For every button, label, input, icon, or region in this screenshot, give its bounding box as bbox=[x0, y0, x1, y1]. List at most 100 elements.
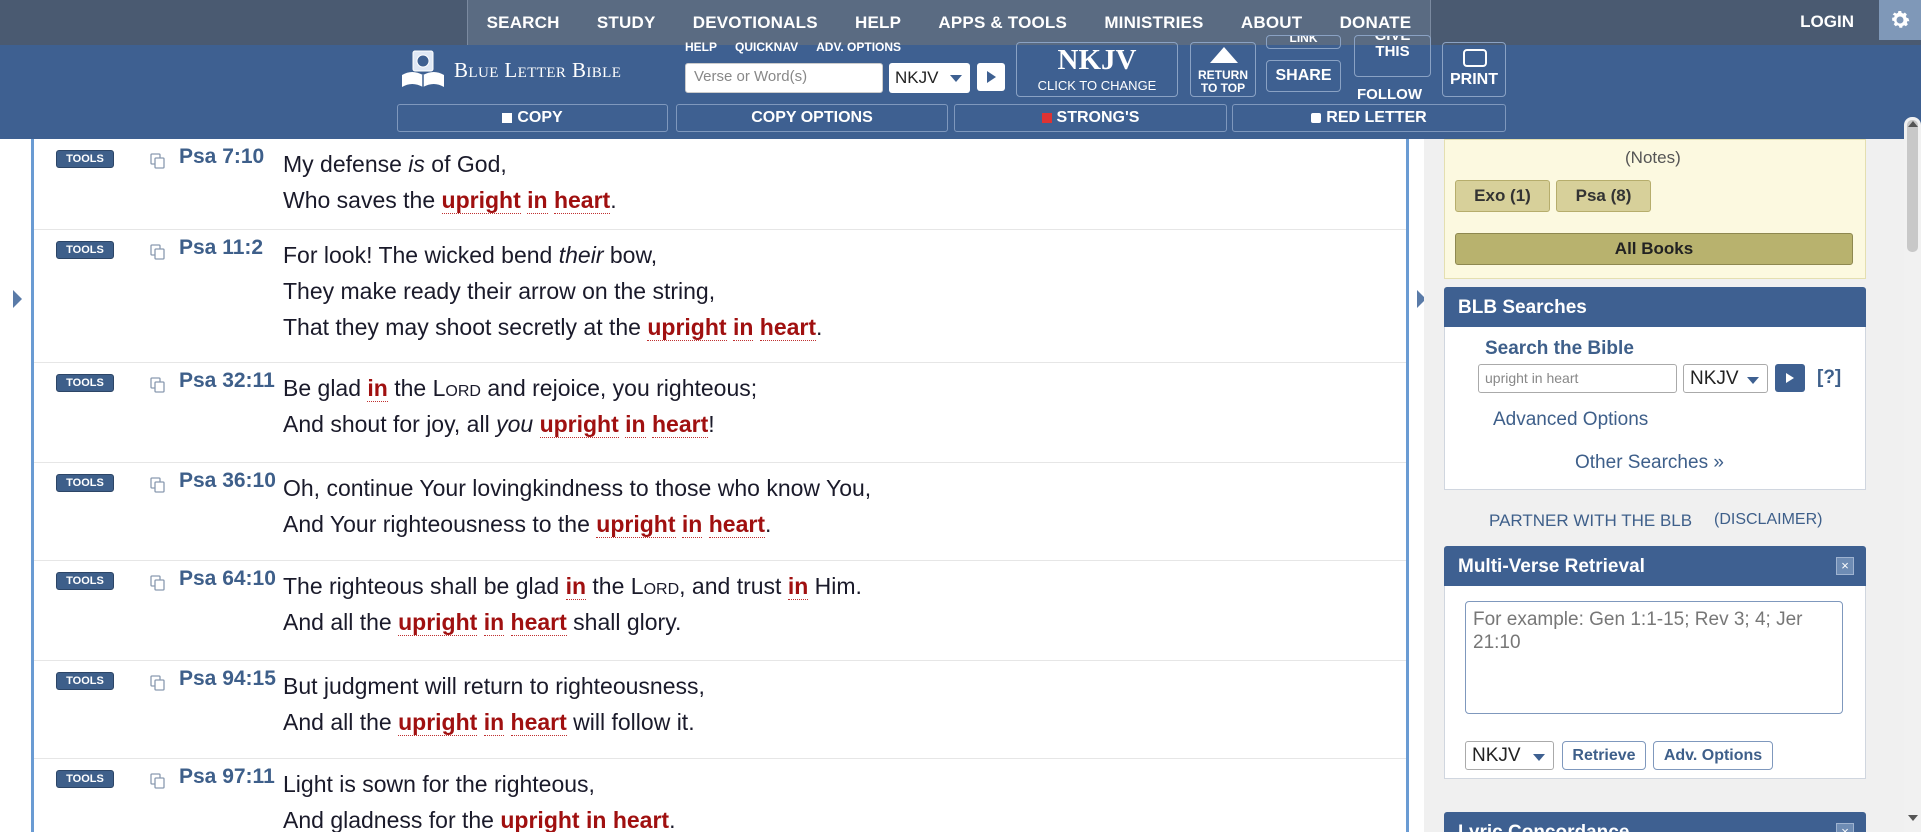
adv-options-button[interactable]: Adv. Options bbox=[1653, 741, 1773, 770]
search-go-button[interactable] bbox=[977, 63, 1005, 91]
advanced-options-link[interactable]: Advanced Options bbox=[1493, 409, 1648, 431]
highlighted-word[interactable]: in bbox=[483, 609, 505, 636]
other-searches-link[interactable]: Other Searches » bbox=[1575, 452, 1724, 474]
verse-reference[interactable]: Psa 97:11 bbox=[179, 765, 275, 789]
verse-text-segment bbox=[580, 807, 586, 832]
follow-button[interactable]: FOLLOW bbox=[1357, 86, 1422, 103]
link-button[interactable]: LINK bbox=[1266, 35, 1341, 49]
verse-text-segment bbox=[477, 709, 483, 735]
close-icon[interactable]: × bbox=[1836, 557, 1854, 575]
scroll-up-icon[interactable] bbox=[1908, 121, 1918, 127]
red-letter-toggle[interactable]: RED LETTER bbox=[1232, 104, 1506, 132]
all-books-button[interactable]: All Books bbox=[1455, 233, 1853, 265]
copy-verse-icon[interactable] bbox=[150, 377, 166, 393]
nav-devotionals[interactable]: DEVOTIONALS bbox=[693, 13, 818, 33]
bible-search-go-button[interactable] bbox=[1775, 364, 1805, 392]
copy-options-button[interactable]: COPY OPTIONS bbox=[676, 104, 948, 132]
tools-button[interactable]: TOOLS bbox=[56, 241, 114, 259]
verse-reference[interactable]: Psa 94:15 bbox=[179, 667, 276, 691]
highlighted-word[interactable]: upright bbox=[441, 187, 521, 214]
verse-text-segment: ! bbox=[708, 411, 715, 437]
highlighted-word[interactable]: in bbox=[787, 573, 809, 600]
version-change-button[interactable]: NKJV CLICK TO CHANGE bbox=[1016, 42, 1178, 97]
highlighted-word[interactable]: upright bbox=[539, 411, 619, 438]
highlighted-word[interactable]: in bbox=[565, 573, 587, 600]
highlighted-word[interactable]: heart bbox=[708, 511, 765, 538]
copy-verse-icon[interactable] bbox=[150, 244, 166, 260]
copy-verse-icon[interactable] bbox=[150, 153, 166, 169]
highlighted-word[interactable]: heart bbox=[759, 314, 817, 341]
highlighted-word[interactable]: heart bbox=[612, 807, 670, 832]
strongs-toggle[interactable]: STRONG'S bbox=[954, 104, 1227, 132]
highlighted-word[interactable]: upright bbox=[647, 314, 727, 341]
tools-button[interactable]: TOOLS bbox=[56, 150, 114, 168]
highlighted-word[interactable]: in bbox=[585, 807, 607, 832]
nav-apps-tools[interactable]: APPS & TOOLS bbox=[938, 13, 1067, 33]
nav-donate[interactable]: DONATE bbox=[1340, 13, 1412, 33]
expand-left-icon[interactable] bbox=[13, 290, 22, 308]
share-button[interactable]: SHARE bbox=[1266, 60, 1341, 92]
give-this-button[interactable]: GIVE THIS bbox=[1354, 35, 1431, 77]
multi-version-select[interactable]: NKJV bbox=[1465, 741, 1554, 770]
book-filter-exo[interactable]: Exo (1) bbox=[1455, 180, 1550, 212]
return-to-top-button[interactable]: RETURN TO TOP bbox=[1190, 42, 1256, 97]
copy-verse-icon[interactable] bbox=[150, 477, 166, 493]
header-help-link[interactable]: HELP bbox=[685, 40, 717, 54]
close-icon[interactable]: × bbox=[1836, 823, 1854, 832]
verse-text-segment bbox=[548, 187, 554, 213]
highlighted-word[interactable]: upright bbox=[596, 511, 676, 538]
highlighted-word[interactable]: heart bbox=[652, 411, 709, 438]
highlighted-word[interactable]: in bbox=[681, 511, 703, 538]
verse-reference[interactable]: Psa 7:10 bbox=[179, 145, 264, 169]
search-version-select[interactable]: NKJV bbox=[1683, 364, 1768, 393]
nav-help[interactable]: HELP bbox=[855, 13, 901, 33]
gear-icon[interactable] bbox=[1879, 0, 1921, 40]
highlighted-word[interactable]: heart bbox=[553, 187, 611, 214]
strongs-label: STRONG'S bbox=[1056, 109, 1140, 126]
highlighted-word[interactable]: in bbox=[367, 375, 388, 402]
highlighted-word[interactable]: in bbox=[483, 709, 505, 736]
verse-reference[interactable]: Psa 11:2 bbox=[179, 236, 263, 260]
tools-button[interactable]: TOOLS bbox=[56, 572, 114, 590]
nav-search[interactable]: SEARCH bbox=[487, 13, 560, 33]
disclaimer-link[interactable]: (DISCLAIMER) bbox=[1714, 511, 1822, 529]
highlighted-word[interactable]: heart bbox=[510, 709, 567, 736]
nav-study[interactable]: STUDY bbox=[597, 13, 656, 33]
book-filter-psa[interactable]: Psa (8) bbox=[1556, 180, 1651, 212]
verse-search-input[interactable]: Verse or Word(s) bbox=[685, 63, 883, 93]
copy-button[interactable]: COPY bbox=[397, 104, 668, 132]
nav-ministries[interactable]: MINISTRIES bbox=[1104, 13, 1203, 33]
highlighted-word[interactable]: upright bbox=[500, 807, 580, 832]
next-panel-title: Lyric Concordance bbox=[1458, 822, 1629, 832]
copy-verse-icon[interactable] bbox=[150, 675, 166, 691]
highlighted-word[interactable]: in bbox=[732, 314, 754, 341]
retrieve-button[interactable]: Retrieve bbox=[1562, 741, 1646, 770]
version-select[interactable]: NKJV bbox=[889, 63, 970, 93]
tools-button[interactable]: TOOLS bbox=[56, 374, 114, 392]
tools-button[interactable]: TOOLS bbox=[56, 474, 114, 492]
login-link[interactable]: LOGIN bbox=[1800, 12, 1854, 32]
partner-link[interactable]: PARTNER WITH THE BLB bbox=[1489, 511, 1692, 531]
highlighted-word[interactable]: upright bbox=[398, 609, 478, 636]
header-quicknav-link[interactable]: QUICKNAV bbox=[735, 40, 798, 54]
header-adv-options-link[interactable]: ADV. OPTIONS bbox=[816, 40, 901, 54]
tools-button[interactable]: TOOLS bbox=[56, 672, 114, 690]
copy-verse-icon[interactable] bbox=[150, 773, 166, 789]
highlighted-word[interactable]: in bbox=[527, 187, 548, 214]
tools-button[interactable]: TOOLS bbox=[56, 770, 114, 788]
highlighted-word[interactable]: heart bbox=[510, 609, 567, 636]
highlighted-word[interactable]: upright bbox=[398, 709, 478, 736]
nav-about[interactable]: ABOUT bbox=[1241, 13, 1302, 33]
verse-reference[interactable]: Psa 32:11 bbox=[179, 369, 275, 393]
multi-verse-textarea[interactable]: For example: Gen 1:1-15; Rev 3; 4; Jer 2… bbox=[1465, 601, 1843, 714]
bible-search-input[interactable]: upright in heart bbox=[1478, 364, 1677, 393]
verse-reference[interactable]: Psa 36:10 bbox=[179, 469, 276, 493]
verse-reference[interactable]: Psa 64:10 bbox=[179, 567, 276, 591]
search-help-link[interactable]: [?] bbox=[1817, 367, 1841, 389]
blb-logo[interactable]: Blue Letter Bible bbox=[400, 49, 621, 91]
highlighted-word[interactable]: in bbox=[625, 411, 646, 438]
scrollbar-thumb[interactable] bbox=[1904, 117, 1921, 255]
scroll-down-icon[interactable] bbox=[1908, 815, 1918, 821]
print-button[interactable]: PRINT bbox=[1442, 42, 1506, 97]
copy-verse-icon[interactable] bbox=[150, 575, 166, 591]
